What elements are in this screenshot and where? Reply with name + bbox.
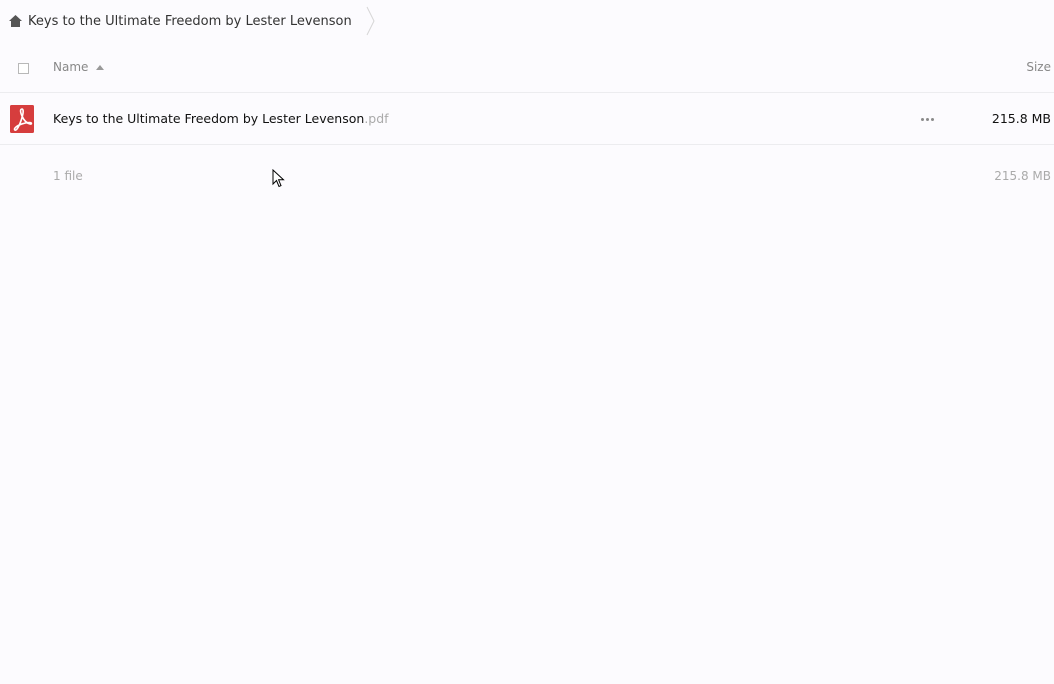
breadcrumb-current-folder[interactable]: Keys to the Ultimate Freedom by Lester L… xyxy=(28,14,352,29)
pdf-icon xyxy=(10,105,34,133)
total-size: 215.8 MB xyxy=(994,169,1051,183)
select-all-checkbox[interactable] xyxy=(18,63,29,74)
breadcrumb: Keys to the Ultimate Freedom by Lester L… xyxy=(0,0,376,42)
breadcrumb-separator-icon xyxy=(366,6,375,36)
name-column-label: Name xyxy=(53,60,89,74)
file-count: 1 file xyxy=(53,169,83,183)
sort-ascending-icon xyxy=(96,65,105,70)
summary-row: 1 file 215.8 MB xyxy=(0,146,1054,206)
file-name[interactable]: Keys to the Ultimate Freedom by Lester L… xyxy=(53,111,389,126)
size-column-header[interactable]: Size xyxy=(1026,60,1051,74)
more-actions-icon[interactable] xyxy=(917,112,937,126)
name-column-header[interactable]: Name xyxy=(53,60,105,74)
breadcrumb-home[interactable]: Keys to the Ultimate Freedom by Lester L… xyxy=(8,14,352,29)
file-basename: Keys to the Ultimate Freedom by Lester L… xyxy=(53,111,365,126)
file-extension: .pdf xyxy=(364,111,389,126)
home-icon[interactable] xyxy=(8,14,23,28)
file-size: 215.8 MB xyxy=(991,111,1051,126)
file-list-header: Name Size xyxy=(0,46,1054,93)
file-row[interactable]: Keys to the Ultimate Freedom by Lester L… xyxy=(0,94,1054,145)
